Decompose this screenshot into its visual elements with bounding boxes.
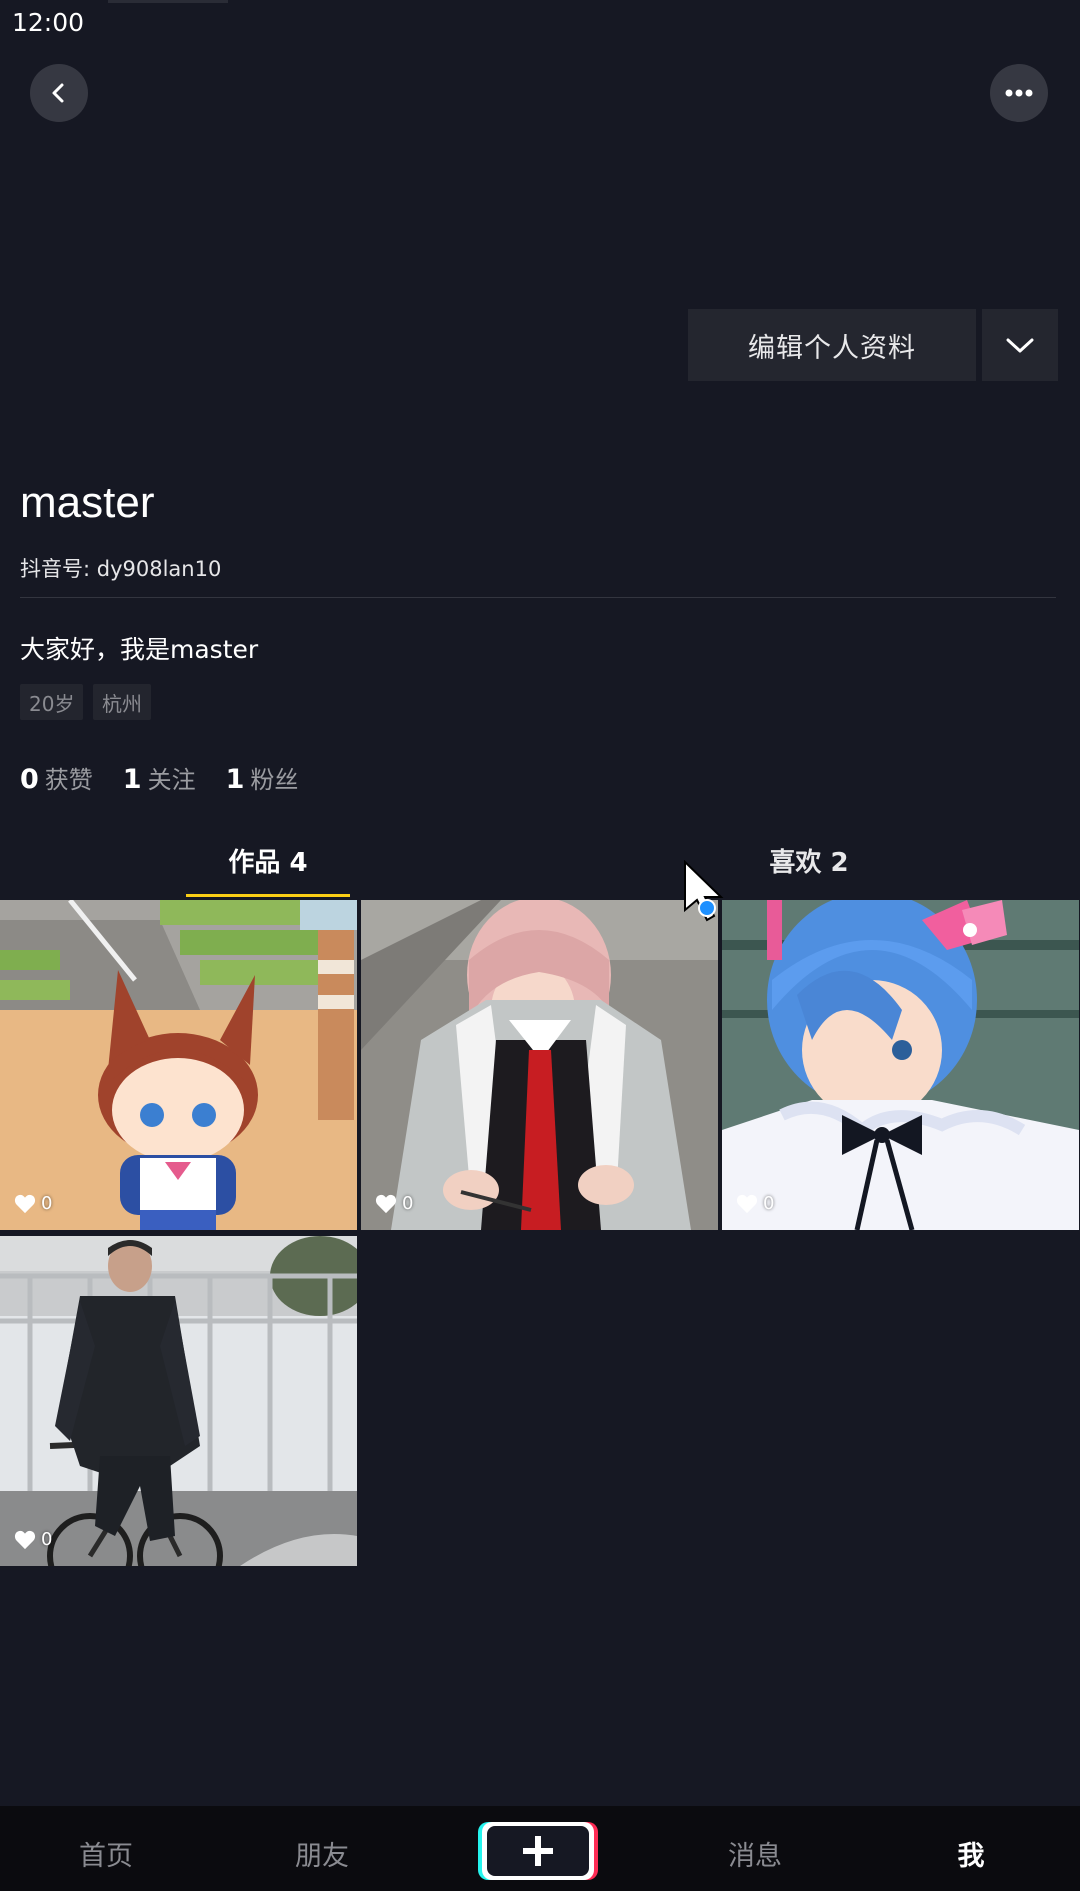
profile-divider xyxy=(20,597,1056,598)
stat-likes-value: 0 xyxy=(20,764,39,795)
chevron-down-icon xyxy=(1006,338,1034,353)
video-thumbnail[interactable]: 0 xyxy=(722,900,1079,1230)
anime-chibi-thumbnail-image xyxy=(0,900,357,1230)
douyin-id: 抖音号: dy908lan10 xyxy=(20,557,222,581)
stat-followers-value: 1 xyxy=(225,764,245,795)
tab-works[interactable]: 作品 4 xyxy=(186,842,350,879)
status-time: 12:00 xyxy=(12,8,85,37)
status-notch xyxy=(108,0,228,3)
nav-messages[interactable]: 消息 xyxy=(695,1834,815,1873)
tab-likes[interactable]: 喜欢 2 xyxy=(727,842,891,879)
active-tab-indicator xyxy=(186,894,350,897)
profile-nickname: master xyxy=(20,478,155,527)
video-thumbnail[interactable]: 0 xyxy=(0,1236,357,1566)
plus-icon xyxy=(523,1836,553,1866)
more-button[interactable] xyxy=(990,64,1048,122)
nav-me[interactable]: 我 xyxy=(911,1834,1031,1873)
create-video-button[interactable] xyxy=(478,1822,598,1880)
stat-following-label: 关注 xyxy=(147,766,196,794)
edit-profile-button[interactable]: 编辑个人资料 xyxy=(688,309,976,381)
profile-stats: 0 获赞 1 关注 1 粉丝 xyxy=(20,760,328,795)
chevron-left-icon xyxy=(52,83,64,103)
tag-age: 20岁 xyxy=(20,684,84,720)
stat-likes-label: 获赞 xyxy=(44,766,93,794)
heart-icon xyxy=(14,1530,36,1549)
cosplay-pink-hair-thumbnail-image xyxy=(361,900,718,1230)
like-count: 0 xyxy=(14,1193,52,1214)
profile-bio: 大家好，我是master xyxy=(20,635,259,664)
tag-city: 杭州 xyxy=(93,684,151,720)
cosplay-blue-hair-thumbnail-image xyxy=(722,900,1079,1230)
mouse-cursor-icon xyxy=(684,860,724,922)
profile-dropdown-button[interactable] xyxy=(982,309,1058,381)
back-button[interactable] xyxy=(30,64,88,122)
like-count-value: 0 xyxy=(402,1193,414,1214)
nav-friends[interactable]: 朋友 xyxy=(262,1834,382,1873)
stat-followers-label: 粉丝 xyxy=(250,766,299,794)
heart-icon xyxy=(14,1194,36,1213)
like-count: 0 xyxy=(736,1193,774,1214)
like-count: 0 xyxy=(375,1193,413,1214)
like-count-value: 0 xyxy=(41,1529,53,1550)
stat-likes-received: 0 获赞 xyxy=(20,760,93,795)
video-thumbnail[interactable]: 0 xyxy=(361,900,718,1230)
like-count-value: 0 xyxy=(41,1193,53,1214)
bottom-nav: 首页 朋友 消息 我 xyxy=(0,1806,1080,1891)
heart-icon xyxy=(736,1194,758,1213)
stat-following-value: 1 xyxy=(122,764,142,795)
man-on-bicycle-thumbnail-image xyxy=(0,1236,357,1566)
nav-home[interactable]: 首页 xyxy=(46,1834,166,1873)
like-count: 0 xyxy=(14,1529,52,1550)
stat-followers[interactable]: 1 粉丝 xyxy=(226,760,299,795)
more-dots-icon xyxy=(1005,89,1033,97)
stat-following[interactable]: 1 关注 xyxy=(123,760,196,795)
like-count-value: 0 xyxy=(763,1193,775,1214)
video-thumbnail[interactable]: 0 xyxy=(0,900,357,1230)
heart-icon xyxy=(375,1194,397,1213)
plus-button-face xyxy=(487,1826,589,1876)
